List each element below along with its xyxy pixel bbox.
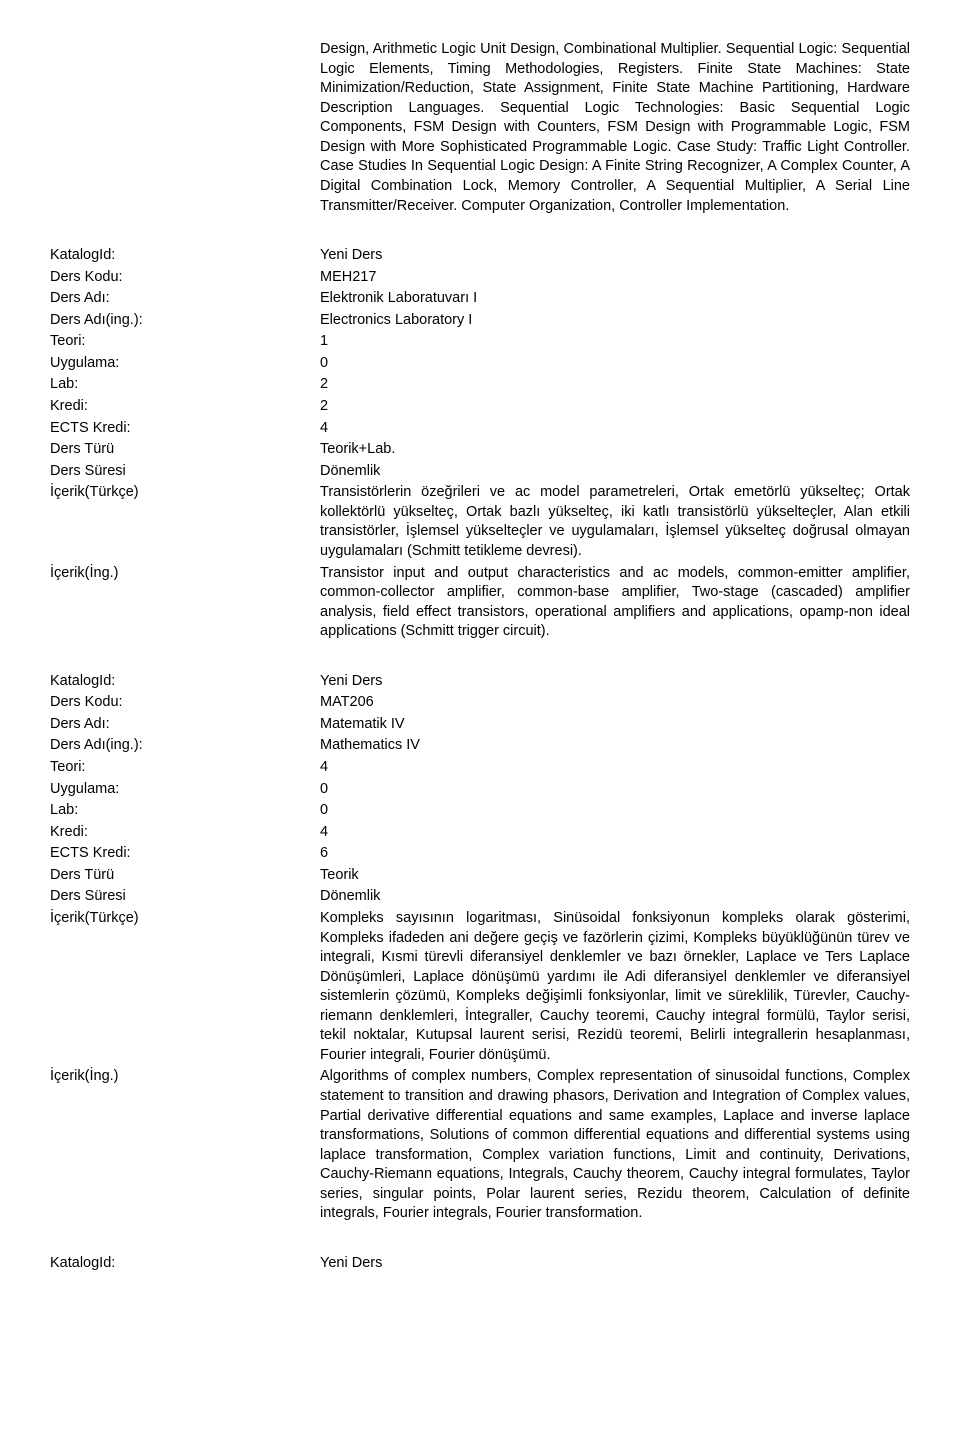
label-lab: Lab: [50,801,320,821]
value-teori: 1 [320,332,910,352]
label-iceriken: İçerik(İng.) [50,564,320,584]
label-dersturu: Ders Türü [50,866,320,886]
label-ectskredi: ECTS Kredi: [50,844,320,864]
value-derskodu: MEH217 [320,268,910,288]
value-ectskredi: 6 [320,844,910,864]
label-teori: Teori: [50,758,320,778]
value-iceriktr: Kompleks sayısının logaritması, Sinüsoid… [320,909,910,1066]
label-uygulama: Uygulama: [50,780,320,800]
label-lab: Lab: [50,375,320,395]
label-dersadi: Ders Adı: [50,715,320,735]
label-katalogid: KatalogId: [50,246,320,266]
value-iceriken: Transistor input and output characterist… [320,564,910,642]
value-dersadiing: Mathematics IV [320,736,910,756]
value-derskodu: MAT206 [320,693,910,713]
value-kredi: 2 [320,397,910,417]
value-dersturu: Teorik [320,866,910,886]
label-uygulama: Uygulama: [50,354,320,374]
value-dersadi: Elektronik Laboratuvarı I [320,289,910,309]
label-iceriktr: İçerik(Türkçe) [50,483,320,503]
value-derssuresi: Dönemlik [320,462,910,482]
value-katalogid: Yeni Ders [320,672,910,692]
value-iceriken: Algorithms of complex numbers, Complex r… [320,1067,910,1224]
value-teori: 4 [320,758,910,778]
label-katalogid: KatalogId: [50,672,320,692]
value-lab: 0 [320,801,910,821]
label-katalogid: KatalogId: [50,1254,320,1274]
label-dersadi: Ders Adı: [50,289,320,309]
label-kredi: Kredi: [50,823,320,843]
label-iceriken: İçerik(İng.) [50,1067,320,1087]
value-uygulama: 0 [320,780,910,800]
label-derskodu: Ders Kodu: [50,268,320,288]
value-dersadi: Matematik IV [320,715,910,735]
top-paragraph: Design, Arithmetic Logic Unit Design, Co… [320,40,910,216]
value-dersadiing: Electronics Laboratory I [320,311,910,331]
label-derssuresi: Ders Süresi [50,887,320,907]
value-ectskredi: 4 [320,419,910,439]
value-derssuresi: Dönemlik [320,887,910,907]
label-iceriktr: İçerik(Türkçe) [50,909,320,929]
value-iceriktr: Transistörlerin özeğrileri ve ac model p… [320,483,910,561]
label-ectskredi: ECTS Kredi: [50,419,320,439]
label-teori: Teori: [50,332,320,352]
label-dersturu: Ders Türü [50,440,320,460]
label-kredi: Kredi: [50,397,320,417]
course-block-2: KatalogId:Yeni Ders Ders Kodu:MAT206 Der… [50,672,910,1224]
value-dersturu: Teorik+Lab. [320,440,910,460]
value-katalogid: Yeni Ders [320,1254,910,1274]
label-dersadiing: Ders Adı(ing.): [50,311,320,331]
value-katalogid: Yeni Ders [320,246,910,266]
value-lab: 2 [320,375,910,395]
label-dersadiing: Ders Adı(ing.): [50,736,320,756]
course-block-1: KatalogId:Yeni Ders Ders Kodu:MEH217 Der… [50,246,910,642]
trailing-block: KatalogId:Yeni Ders [50,1254,910,1274]
label-derssuresi: Ders Süresi [50,462,320,482]
label-derskodu: Ders Kodu: [50,693,320,713]
value-kredi: 4 [320,823,910,843]
value-uygulama: 0 [320,354,910,374]
